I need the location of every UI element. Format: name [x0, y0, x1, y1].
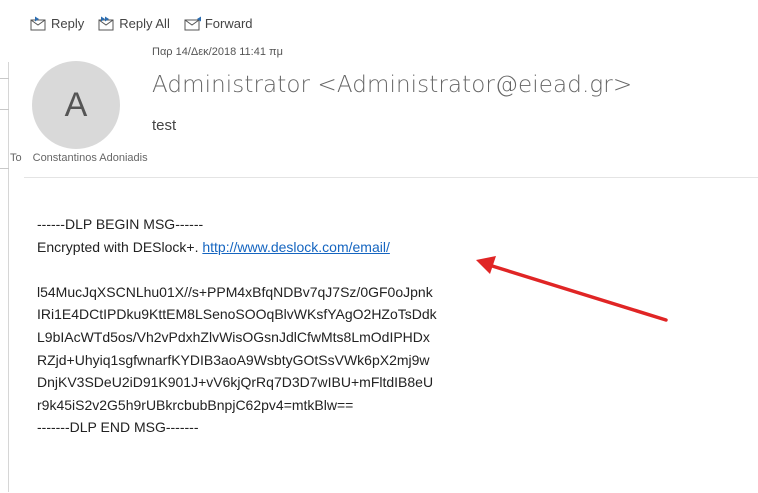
reply-all-icon	[98, 16, 114, 31]
cipher-line: IRi1E4DCtIPDku9KttEM8LSenoSOOqBlvWKsfYAg…	[37, 306, 437, 323]
pane-edge-mark	[0, 168, 9, 169]
forward-button[interactable]: Forward	[184, 16, 253, 31]
forward-icon	[184, 16, 201, 31]
reply-button[interactable]: Reply	[30, 16, 84, 31]
avatar: A	[32, 61, 120, 149]
cipher-line: DnjKV3SDeU2iD91K901J+vV6kjQrRq7D3D7wIBU+…	[37, 374, 434, 391]
recipients-row: To Constantinos Adoniadis	[10, 152, 148, 164]
forward-label: Forward	[204, 16, 253, 31]
deslock-link[interactable]: http://www.deslock.com/email/	[202, 239, 390, 255]
pane-divider	[8, 62, 9, 492]
message-body: ------DLP BEGIN MSG------ Encrypted with…	[37, 213, 437, 439]
cipher-line: l54MucJqXSCNLhu01X//s+PPM4xBfqNDBv7qJ7Sz…	[37, 283, 433, 300]
encryption-notice: Encrypted with DESlock+. http://www.desl…	[37, 236, 437, 259]
pane-edge-notch	[0, 78, 9, 110]
encryption-text: Encrypted with DESlock+.	[37, 238, 203, 255]
message-actions: Reply Reply All Forward	[30, 16, 253, 31]
to-label: To	[10, 152, 22, 164]
reply-all-button[interactable]: Reply All	[98, 16, 170, 31]
cipher-line: RZjd+Uhyiq1sgfwnarfKYDIB3aoA9WsbtyGOtSsV…	[37, 351, 430, 368]
reply-all-label: Reply All	[119, 16, 170, 31]
dlp-begin-marker: ------DLP BEGIN MSG------	[37, 216, 204, 232]
dlp-end-marker: -------DLP END MSG-------	[37, 419, 199, 436]
cipher-line: L9bIAcWTd5os/Vh2vPdxhZlvWisOGsnJdlCfwMts…	[37, 328, 430, 345]
message-date: Παρ 14/Δεκ/2018 11:41 πμ	[152, 46, 283, 58]
message-subject: test	[152, 117, 177, 134]
header-divider	[24, 177, 758, 178]
reply-label: Reply	[51, 16, 85, 31]
cipher-line: r9k45iS2v2G5h9rUBkrcbubBnpjC62pv4=mtkBlw…	[37, 396, 354, 413]
sender-name[interactable]: Administrator <Administrator@eiead.gr>	[152, 72, 632, 98]
reply-icon	[30, 16, 46, 31]
left-pane-edge	[0, 0, 10, 493]
recipient-name[interactable]: Constantinos Adoniadis	[33, 152, 148, 164]
